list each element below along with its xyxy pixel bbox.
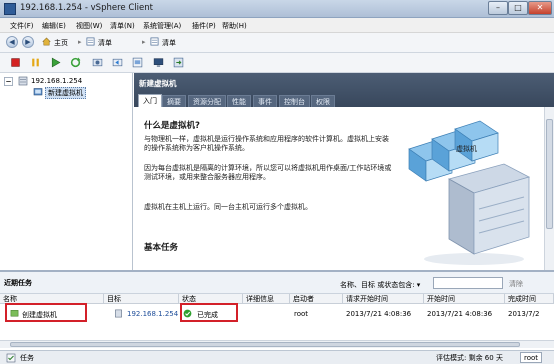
tree-node-host[interactable]: 192.168.1.254: [31, 77, 82, 85]
breadcrumb-inventory[interactable]: 清单: [98, 38, 112, 48]
menu-bar: 文件(F) 编辑(E) 视图(W) 清单(N) 系统管理(A) 插件(P) 帮助…: [0, 18, 554, 33]
column-header-start-time[interactable]: 开始时间: [424, 294, 505, 304]
menu-admin[interactable]: 系统管理(A): [143, 21, 181, 31]
task-initiator: root: [294, 310, 309, 318]
column-header-complete-time[interactable]: 完成时间: [505, 294, 554, 304]
virtual-machine-illustration: [408, 120, 531, 265]
revert-snapshot-icon[interactable]: [112, 57, 123, 68]
highlight-box-status: [180, 303, 238, 322]
maximize-button[interactable]: □: [508, 1, 528, 15]
tab-console[interactable]: 控制台: [279, 95, 310, 107]
recent-tasks-header: 近期任务 名称、目标 或状态包含: ▾ 清除: [0, 272, 554, 294]
snapshot-icon[interactable]: [92, 57, 103, 68]
console-icon[interactable]: [153, 57, 164, 68]
detail-panel: 新建虚拟机 入门 摘要 资源分配 性能 事件 控制台 权限 什么是虚拟机? 与物…: [134, 73, 554, 270]
task-complete-time: 2013/7/2: [508, 310, 540, 318]
menu-view[interactable]: 视图(W): [76, 21, 102, 31]
minimize-button[interactable]: –: [488, 1, 508, 15]
logged-in-user: root: [520, 352, 543, 363]
title-bar: 192.168.1.254 - vSphere Client – □ ✕: [0, 0, 554, 18]
close-button[interactable]: ✕: [528, 1, 552, 15]
breadcrumb-separator: ▸: [142, 38, 146, 46]
power-off-icon[interactable]: [10, 57, 21, 68]
host-icon: [115, 309, 122, 318]
navigation-bar: ◀ ▶ 主页 ▸ 清单 ▸ 清单: [0, 33, 554, 53]
migrate-icon[interactable]: [173, 57, 184, 68]
tasks-icon: [6, 353, 16, 363]
panel-header: 新建虚拟机 入门 摘要 资源分配 性能 事件 控制台 权限: [134, 73, 554, 107]
scrollbar-thumb[interactable]: [10, 342, 520, 347]
menu-file[interactable]: 文件(F): [10, 21, 34, 31]
tab-summary[interactable]: 摘要: [162, 95, 186, 107]
power-on-icon[interactable]: [50, 57, 61, 68]
section-heading: 什么是虚拟机?: [144, 121, 200, 131]
task-target-link[interactable]: 192.168.1.254: [127, 310, 178, 318]
evaluation-mode-text: 评估模式: 剩余 60 天: [436, 354, 503, 362]
scrollbar-thumb[interactable]: [546, 119, 553, 229]
suspend-icon[interactable]: [30, 57, 41, 68]
clear-filter-button[interactable]: 清除: [509, 279, 523, 289]
tab-permissions[interactable]: 权限: [311, 95, 335, 107]
tab-resource-allocation[interactable]: 资源分配: [188, 95, 226, 107]
task-requested-time: 2013/7/21 4:08:36: [346, 310, 412, 318]
recent-tasks-title: 近期任务: [4, 279, 32, 287]
menu-plugins[interactable]: 插件(P): [192, 21, 216, 31]
toolbar: [0, 53, 554, 73]
panel-title: 新建虚拟机: [139, 79, 177, 88]
vsphere-app-icon: [4, 3, 16, 15]
column-header-requested-start[interactable]: 请求开始时间: [343, 294, 424, 304]
column-header-initiator[interactable]: 启动者: [290, 294, 343, 304]
snapshot-manager-icon[interactable]: [132, 57, 143, 68]
tree-node-vm[interactable]: 新建虚拟机: [45, 87, 86, 99]
inventory-icon: [86, 37, 95, 46]
getting-started-content: 什么是虚拟机? 与物理机一样，虚拟机是运行操作系统和应用程序的软件计算机。虚拟机…: [134, 107, 544, 270]
task-filter-input[interactable]: [433, 277, 503, 289]
forward-button[interactable]: ▶: [22, 36, 34, 48]
host-icon: [18, 76, 28, 86]
intro-paragraph-3: 虚拟机在主机上运行。同一台主机可运行多个虚拟机。: [144, 203, 312, 211]
window-title: 192.168.1.254 - vSphere Client: [20, 3, 153, 13]
reset-icon[interactable]: [70, 57, 81, 68]
collapse-icon[interactable]: [4, 77, 13, 86]
panel-scrollbar[interactable]: [544, 107, 554, 270]
status-bar: 任务 评估模式: 剩余 60 天 root: [0, 350, 554, 364]
intro-paragraph-1: 与物理机一样，虚拟机是运行操作系统和应用程序的软件计算机。虚拟机上安装的操作系统…: [144, 135, 389, 152]
recent-tasks-pane: 近期任务 名称、目标 或状态包含: ▾ 清除 名称 目标 状态 详细信息 启动者…: [0, 270, 554, 350]
tasks-horizontal-scrollbar[interactable]: [0, 340, 554, 348]
breadcrumb-inventory-current[interactable]: 清单: [162, 38, 176, 48]
tasks-tab-label[interactable]: 任务: [20, 353, 34, 363]
menu-edit[interactable]: 编辑(E): [42, 21, 66, 31]
filter-label[interactable]: 名称、目标 或状态包含: ▾: [340, 280, 420, 290]
breadcrumb-home[interactable]: 主页: [54, 38, 68, 48]
highlight-box-name: [5, 303, 87, 322]
column-header-target[interactable]: 目标: [104, 294, 179, 304]
basic-tasks-heading: 基本任务: [144, 243, 179, 253]
tab-getting-started[interactable]: 入门: [138, 94, 162, 107]
illustration-label: 虚拟机: [456, 145, 477, 153]
home-icon: [42, 37, 51, 46]
inventory-icon: [150, 37, 159, 46]
back-button[interactable]: ◀: [6, 36, 18, 48]
tab-performance[interactable]: 性能: [227, 95, 251, 107]
virtual-machine-icon: [33, 88, 43, 96]
column-header-details[interactable]: 详细信息: [243, 294, 290, 304]
breadcrumb-separator: ▸: [78, 38, 82, 46]
inventory-tree: 192.168.1.254 新建虚拟机: [0, 73, 133, 270]
tab-events[interactable]: 事件: [253, 95, 277, 107]
menu-help[interactable]: 帮助(H): [222, 21, 247, 31]
task-start-time: 2013/7/21 4:08:36: [427, 310, 493, 318]
intro-paragraph-2: 因为每台虚拟机是隔离的计算环境，所以您可以将虚拟机用作桌面/工作站环境或测试环境…: [144, 164, 392, 181]
menu-inventory[interactable]: 清单(N): [110, 21, 135, 31]
